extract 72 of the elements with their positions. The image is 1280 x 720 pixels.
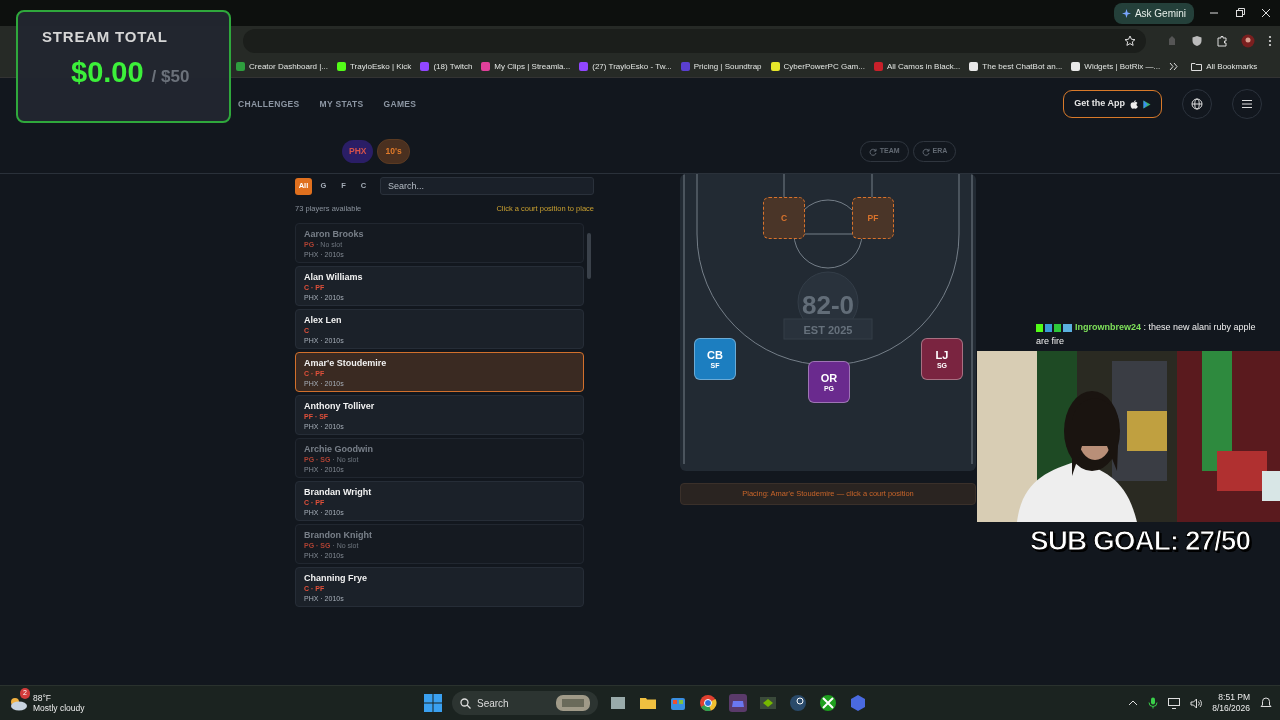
donation-amount: $0.00 <box>71 54 144 90</box>
more-menu-icon[interactable] <box>1268 35 1272 47</box>
volume-icon[interactable] <box>1190 697 1203 709</box>
puzzle-icon[interactable] <box>1216 35 1228 47</box>
temperature: 88°F <box>33 693 53 703</box>
bookmark[interactable]: TrayloEsko | Kick <box>337 60 412 73</box>
scrollbar-thumb[interactable] <box>587 233 591 280</box>
bookmark[interactable]: My Clips | Streamla... <box>481 60 571 73</box>
clock-date: 8/16/2026 <box>1212 703 1250 714</box>
sparkle-icon <box>1121 8 1131 18</box>
globe-icon <box>1191 98 1203 110</box>
network-icon[interactable] <box>1168 697 1181 709</box>
search-icon <box>460 697 471 709</box>
donation-goal: / $50 <box>151 65 190 88</box>
era-chip: 10's <box>377 139 410 164</box>
refresh-icon <box>921 147 930 156</box>
nav-link[interactable]: MY STATS <box>319 97 364 111</box>
notification-bell-icon[interactable] <box>1260 697 1272 709</box>
bookmark[interactable]: (18) Twitch <box>420 60 473 73</box>
start-icon[interactable] <box>424 694 442 712</box>
menu-icon <box>1241 99 1253 109</box>
player-name: Channing Frye <box>304 572 368 585</box>
overlay-title: STREAM TOTAL <box>42 27 169 47</box>
get-app-button[interactable]: Get the App <box>1063 90 1162 118</box>
steam-icon[interactable] <box>788 693 808 713</box>
profile-avatar-icon[interactable] <box>1241 34 1255 48</box>
player-name: Brandan Wright <box>304 486 373 499</box>
player-name: Archie Goodwin <box>304 443 374 456</box>
taskbar-search[interactable]: Search <box>452 691 598 715</box>
microphone-icon[interactable] <box>1148 697 1159 709</box>
weather-cloud-icon <box>8 695 28 711</box>
court-logo: 82-0 EST 2025 <box>778 264 878 364</box>
bookmark[interactable]: (27) TrayloEsko - Tw... <box>579 60 672 73</box>
sub-goal-counter: SUB GOAL: 27/50 <box>1030 524 1250 558</box>
weather-text: Mostly cloudy <box>33 703 85 713</box>
player-name: Brandon Knight <box>304 529 373 542</box>
player-name: Aaron Brooks <box>304 228 365 241</box>
folder-icon <box>1191 62 1203 71</box>
player-name: Alan Williams <box>304 271 364 284</box>
bookmark[interactable]: All Camos in Black... <box>873 60 961 73</box>
chevron-up-icon[interactable] <box>1128 698 1139 708</box>
empty-position-slot[interactable]: PF <box>852 197 894 239</box>
bookmark[interactable]: Creator Dashboard |... <box>236 60 328 73</box>
clock-time: 8:51 PM <box>1217 692 1250 703</box>
empty-position-slot[interactable]: C <box>763 197 805 239</box>
player-name: Anthony Tolliver <box>304 400 376 413</box>
search-highlight-icon <box>556 695 590 711</box>
bookmark[interactable]: Pricing | Soundtrap <box>680 60 762 73</box>
refresh-icon <box>868 147 877 156</box>
chevron-double-right-icon[interactable] <box>1169 62 1179 71</box>
nav-link[interactable]: GAMES <box>383 97 417 111</box>
bookmark[interactable]: The best ChatBot an... <box>969 60 1063 73</box>
team-chip: PHX <box>342 140 374 163</box>
bookmark[interactable]: CyberPowerPC Gam... <box>770 60 865 73</box>
bookmark-folder[interactable]: All Bookmarks <box>1191 60 1258 73</box>
restore-icon[interactable] <box>1234 7 1246 19</box>
player-name: Alex Len <box>304 314 343 327</box>
close-icon[interactable] <box>1260 7 1272 19</box>
cube-icon[interactable] <box>848 693 868 713</box>
ask-gemini-button[interactable]: Ask Gemini <box>1113 2 1194 24</box>
chat-badges-icon <box>1036 323 1072 332</box>
chat-message: Ingrownbrew24 : these new alani ruby apple are fire <box>1036 321 1257 348</box>
star-icon[interactable] <box>1124 35 1136 47</box>
bookmark[interactable]: Widgets | BotRix —... <box>1071 60 1161 73</box>
player-name: Amar'e Stoudemire <box>304 357 388 370</box>
xbox-icon[interactable] <box>818 693 838 713</box>
play-store-icon <box>1143 99 1151 109</box>
nav-link[interactable]: CHALLENGES <box>238 97 300 111</box>
shield-icon[interactable] <box>1191 35 1203 47</box>
apple-icon <box>1130 99 1138 109</box>
chrome-icon[interactable] <box>698 693 718 713</box>
search-field[interactable]: Search... <box>380 177 594 195</box>
